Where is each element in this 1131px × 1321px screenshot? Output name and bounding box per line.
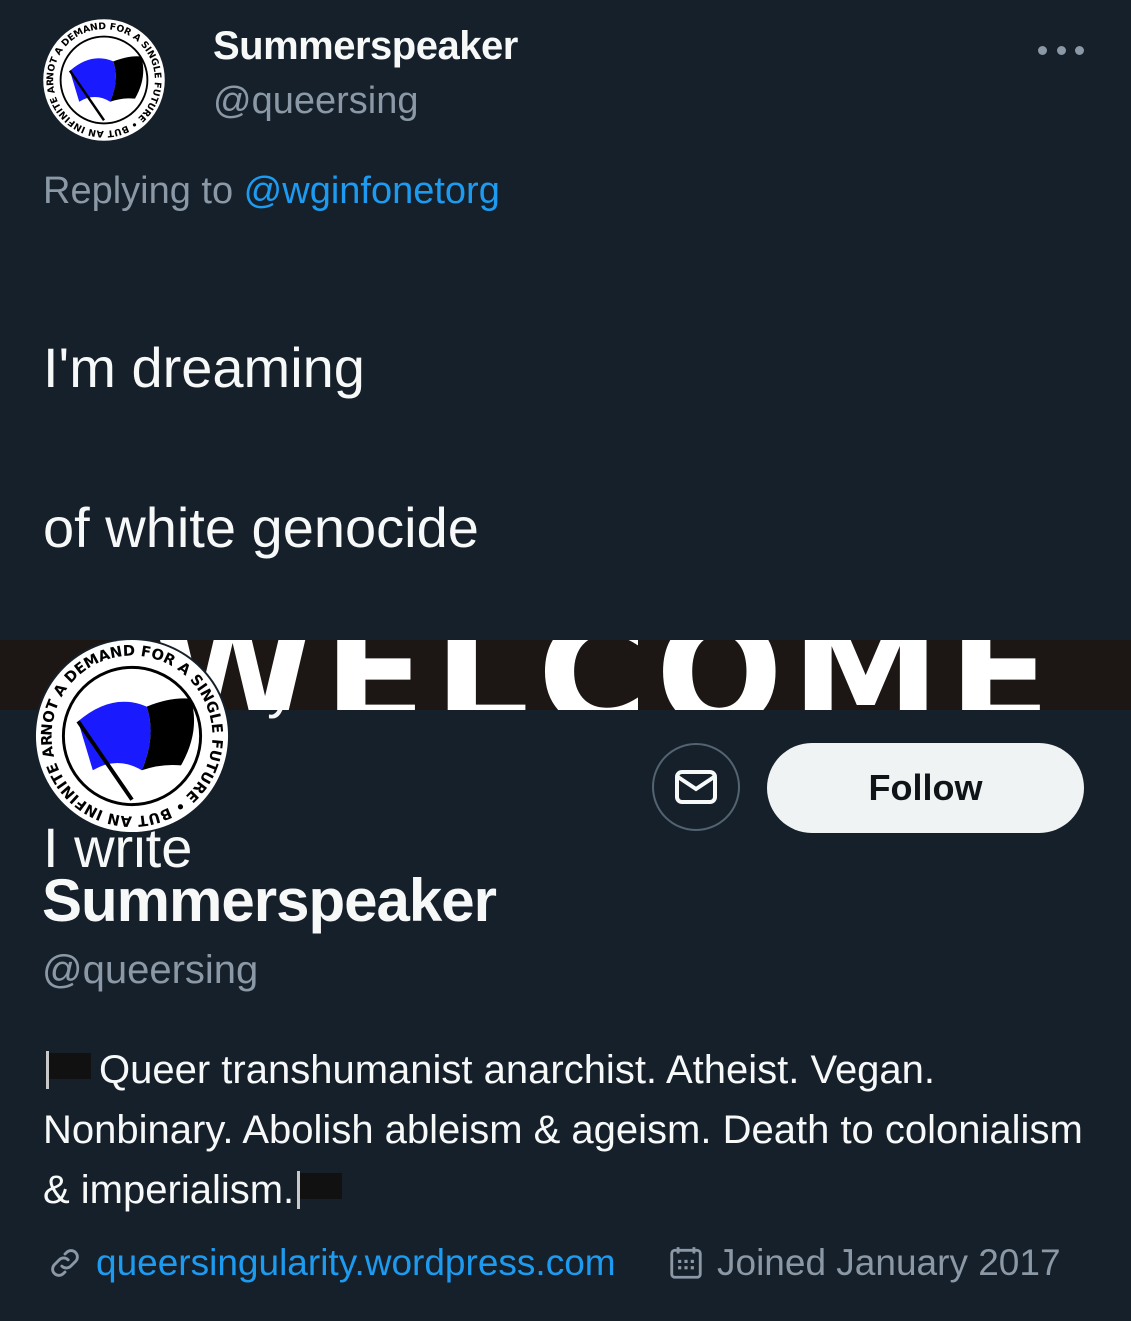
- bio-text: Queer transhumanist anarchist. Atheist. …: [43, 1048, 1083, 1212]
- tweet-author-avatar[interactable]: NOT A DEMAND FOR A SINGLE FUTURE • BUT A…: [37, 10, 166, 142]
- calendar-icon: [670, 1247, 702, 1279]
- message-button[interactable]: [652, 743, 740, 831]
- replying-label: Replying to: [43, 170, 244, 212]
- website-link[interactable]: queersingularity.wordpress.com: [96, 1242, 616, 1284]
- tweet-author-name[interactable]: Summerspeaker: [213, 24, 518, 69]
- joined-date: Joined January 2017: [717, 1242, 1061, 1283]
- more-icon[interactable]: [1038, 40, 1084, 60]
- tweet-text: I'm dreaming of white genocide with ever…: [43, 248, 687, 968]
- profile-joined: Joined January 2017: [667, 1242, 1061, 1284]
- follow-button[interactable]: Follow: [767, 743, 1084, 833]
- replying-mention-link[interactable]: @wginfonetorg: [244, 170, 500, 212]
- avatar-flag-logo: NOT A DEMAND FOR A SINGLE FUTURE • BUT A…: [37, 10, 165, 141]
- banner-text: WELCOME: [150, 640, 1059, 710]
- black-flag-icon: [297, 1171, 343, 1209]
- link-icon: [51, 1249, 79, 1277]
- tweet-line: of white genocide: [43, 496, 479, 559]
- replying-to: Replying to @wginfonetorg: [43, 170, 500, 213]
- message-icon: [675, 770, 717, 804]
- tweet-author-handle[interactable]: @queersing: [213, 80, 418, 123]
- tweet-line: I'm dreaming: [43, 336, 365, 399]
- profile-website[interactable]: queersingularity.wordpress.com: [46, 1242, 616, 1284]
- avatar-flag-logo: NOT A DEMAND FOR A SINGLE FUTURE • BUT A…: [27, 625, 229, 833]
- profile-bio: Queer transhumanist anarchist. Atheist. …: [43, 1040, 1103, 1220]
- black-flag-icon: [46, 1051, 91, 1089]
- profile-name: Summerspeaker: [42, 867, 497, 934]
- profile-handle: @queersing: [42, 948, 259, 992]
- profile-avatar[interactable]: NOT A DEMAND FOR A SINGLE FUTURE • BUT A…: [27, 625, 230, 834]
